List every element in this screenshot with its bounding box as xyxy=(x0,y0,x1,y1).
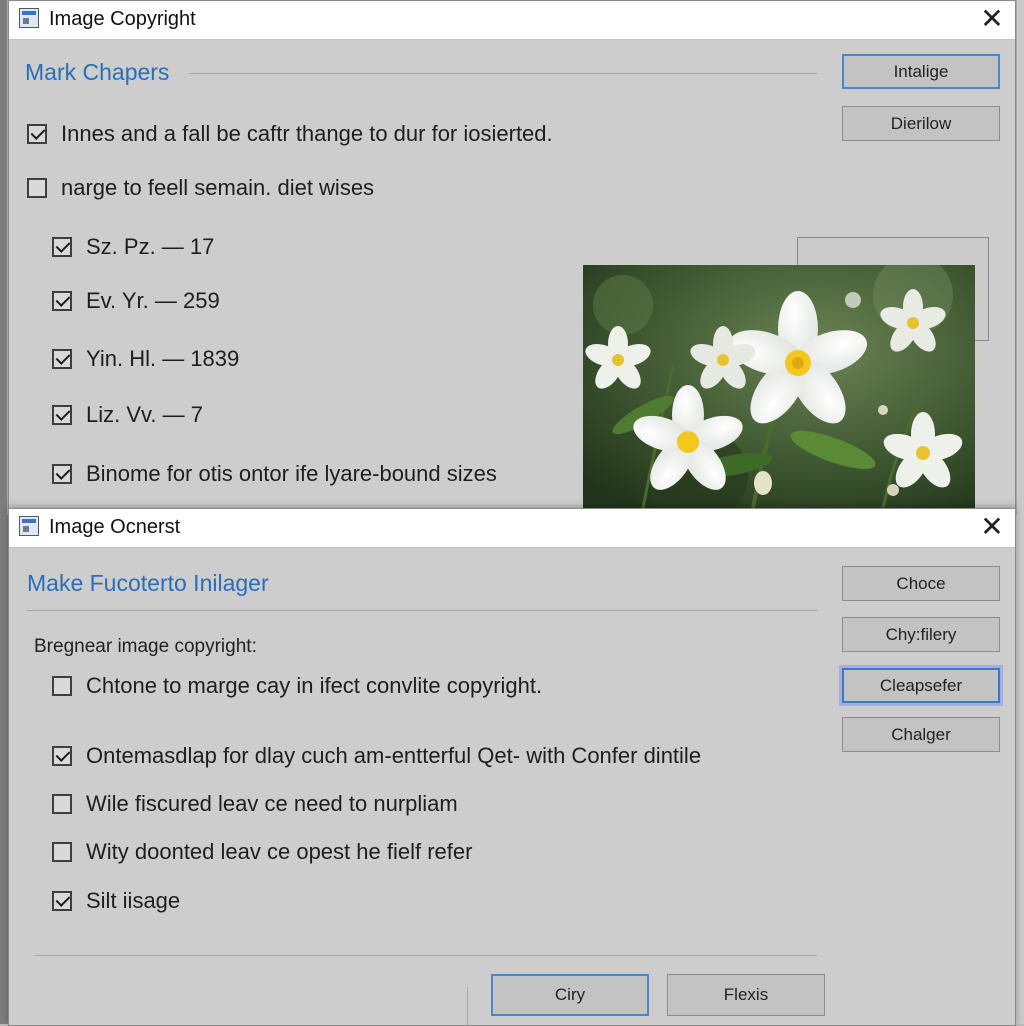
option-checkbox[interactable] xyxy=(52,794,72,814)
list-item[interactable]: Ev. Yr. — 259 xyxy=(52,288,220,314)
section-title: Make Fucoterto Inilager xyxy=(27,570,269,596)
option-row[interactable]: narge to feell semain. diet wises xyxy=(27,175,374,201)
option-row[interactable]: Ontemasdlap for dlay cuch am-entterful Q… xyxy=(52,743,701,769)
list-item-label: Sz. Pz. — 17 xyxy=(86,234,215,259)
option-checkbox[interactable] xyxy=(52,676,72,696)
cleapsefer-button[interactable]: Cleapsefer xyxy=(842,668,1000,703)
section-divider xyxy=(189,73,817,74)
flexis-button[interactable]: Flexis xyxy=(667,974,825,1016)
option-checkbox[interactable] xyxy=(27,178,47,198)
chalger-button[interactable]: Chalger xyxy=(842,717,1000,752)
flower-photo-preview xyxy=(583,265,975,508)
option-label: Innes and a fall be caftr thange to dur … xyxy=(61,121,553,146)
option-checkbox[interactable] xyxy=(52,842,72,862)
option-checkbox[interactable] xyxy=(52,891,72,911)
flower-photo-icon xyxy=(583,265,975,508)
option-label: Silt iisage xyxy=(86,888,181,913)
list-item-checkbox[interactable] xyxy=(52,349,72,369)
list-item-label: Binome for otis ontor ife lyare-bound si… xyxy=(86,461,497,486)
section-divider xyxy=(27,610,817,611)
dierilow-button[interactable]: Dierilow xyxy=(842,106,1000,141)
list-item[interactable]: Yin. Hl. — 1839 xyxy=(52,346,239,372)
option-label: Wity doonted leav ce opest he fielf refe… xyxy=(86,839,473,864)
option-row[interactable]: Wile fiscured leav ce need to nurpliam xyxy=(52,791,458,817)
ciry-button[interactable]: Ciry xyxy=(491,974,649,1016)
list-item[interactable]: Binome for otis ontor ife lyare-bound si… xyxy=(52,461,497,487)
image-options-dialog: Image Ocnerst ✕ Make Fucoterto Inilager … xyxy=(8,508,1016,1026)
list-item-checkbox[interactable] xyxy=(52,464,72,484)
option-row[interactable]: Wity doonted leav ce opest he fielf refe… xyxy=(52,839,472,865)
window-icon xyxy=(19,8,39,28)
list-item[interactable]: Liz. Vv. — 7 xyxy=(52,402,203,428)
dialog-title: Image Ocnerst xyxy=(49,516,181,538)
background-window-edge-left xyxy=(0,0,8,1024)
option-row[interactable]: Innes and a fall be caftr thange to dur … xyxy=(27,121,553,147)
footer-separator xyxy=(467,987,468,1025)
option-checkbox[interactable] xyxy=(52,746,72,766)
list-item[interactable]: Sz. Pz. — 17 xyxy=(52,234,214,260)
title-bar[interactable]: Image Copyright ✕ xyxy=(9,1,1015,40)
option-checkbox[interactable] xyxy=(27,124,47,144)
dialog-title: Image Copyright xyxy=(49,8,196,30)
list-item-label: Liz. Vv. — 7 xyxy=(86,402,203,427)
option-label: Wile fiscured leav ce need to nurpliam xyxy=(86,791,458,816)
chy-filery-button[interactable]: Chy:filery xyxy=(842,617,1000,652)
choce-button[interactable]: Choce xyxy=(842,566,1000,601)
option-label: Chtone to marge cay in ifect convlite co… xyxy=(86,673,543,698)
group-label: Bregnear image copyright: xyxy=(34,636,257,657)
option-label: narge to feell semain. diet wises xyxy=(61,175,375,200)
list-item-checkbox[interactable] xyxy=(52,405,72,425)
section-title: Mark Chapers xyxy=(25,59,170,85)
intalige-button[interactable]: Intalige xyxy=(842,54,1000,89)
title-bar[interactable]: Image Ocnerst ✕ xyxy=(9,509,1015,548)
list-item-checkbox[interactable] xyxy=(52,237,72,257)
option-row[interactable]: Chtone to marge cay in ifect convlite co… xyxy=(52,673,542,699)
option-row[interactable]: Silt iisage xyxy=(52,888,180,914)
option-label: Ontemasdlap for dlay cuch am-entterful Q… xyxy=(86,743,702,768)
close-icon[interactable]: ✕ xyxy=(977,4,1007,34)
close-icon[interactable]: ✕ xyxy=(977,512,1007,542)
footer-divider xyxy=(35,955,817,956)
list-item-label: Ev. Yr. — 259 xyxy=(86,288,220,313)
window-icon xyxy=(19,516,39,536)
list-item-label: Yin. Hl. — 1839 xyxy=(86,346,240,371)
list-item-checkbox[interactable] xyxy=(52,291,72,311)
